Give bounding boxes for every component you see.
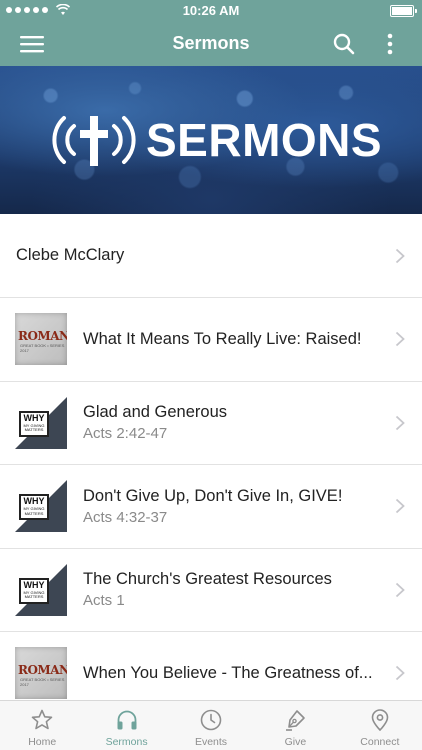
tab-events[interactable]: Events — [169, 701, 253, 750]
list-item-title: Don't Give Up, Don't Give In, GIVE! — [83, 486, 343, 505]
romans-series-thumbnail: ROMANS GREAT BOOK • SERIES 2017 — [15, 647, 67, 700]
battery-icon — [390, 5, 417, 17]
tab-label: Home — [28, 736, 57, 748]
list-item-title: Glad and Generous — [83, 403, 228, 422]
list-item-title: Clebe McClary — [16, 246, 125, 264]
list-item-subtitle: Acts 2:42-47 — [83, 425, 168, 443]
romans-series-thumbnail: ROMANS GREAT BOOK • SERIES 2017 — [15, 313, 67, 366]
list-item-subtitle: Acts 1 — [83, 592, 125, 610]
list-item-title: The Church's Greatest Resources — [83, 570, 332, 589]
list-item-title: What It Means To Really Live: Raised! — [83, 329, 362, 348]
chevron-right-icon — [395, 582, 405, 597]
chevron-right-icon — [395, 415, 405, 430]
why-giving-matters-thumbnail: WHY MY GIVING MATTERS — [15, 480, 67, 533]
tab-label: Give — [284, 736, 307, 748]
tab-label: Sermons — [105, 736, 148, 748]
list-item[interactable]: ROMANS GREAT BOOK • SERIES 2017 What It … — [0, 298, 422, 382]
search-button[interactable] — [328, 28, 360, 60]
list-item-speaker[interactable]: Clebe McClary — [0, 214, 422, 298]
list-item-title: When You Believe - The Greatness of... — [83, 663, 373, 682]
more-options-button[interactable] — [374, 28, 406, 60]
tab-give[interactable]: Give — [253, 701, 337, 750]
chevron-right-icon — [395, 332, 405, 347]
sermons-banner: SERMONS — [0, 66, 422, 214]
tab-sermons[interactable]: Sermons — [84, 701, 168, 750]
nav-bar: Sermons — [0, 22, 422, 66]
chevron-right-icon — [395, 248, 405, 263]
list-item[interactable]: WHY MY GIVING MATTERS Don't Give Up, Don'… — [0, 465, 422, 549]
sermon-list: Clebe McClary ROMANS GREAT BOOK • SERIES… — [0, 214, 422, 716]
list-item[interactable]: WHY MY GIVING MATTERS The Church's Greate… — [0, 548, 422, 632]
chevron-right-icon — [395, 499, 405, 514]
tab-label: Connect — [360, 736, 400, 748]
clock-icon — [200, 709, 222, 731]
pen-icon — [286, 710, 306, 731]
tab-label: Events — [194, 736, 228, 748]
more-vertical-icon — [387, 33, 393, 55]
why-giving-matters-thumbnail: WHY MY GIVING MATTERS — [15, 396, 67, 449]
list-item[interactable]: WHY MY GIVING MATTERS Glad and Generous A… — [0, 381, 422, 465]
headphones-icon — [117, 710, 137, 730]
status-bar: 10:26 AM — [0, 0, 422, 22]
status-time: 10:26 AM — [182, 3, 240, 18]
search-icon — [333, 33, 355, 55]
sermons-logo: SERMONS — [48, 110, 382, 170]
tab-bar: Home Sermons Events Give Connect — [0, 700, 422, 750]
banner-title: SERMONS — [146, 114, 383, 166]
why-giving-matters-thumbnail: WHY MY GIVING MATTERS — [15, 563, 67, 616]
tab-home[interactable]: Home — [0, 701, 84, 750]
broadcast-cross-icon — [52, 116, 136, 166]
star-icon — [31, 709, 53, 730]
chevron-right-icon — [395, 666, 405, 681]
list-item-subtitle: Acts 4:32-37 — [83, 508, 168, 526]
map-pin-icon — [371, 709, 389, 732]
tab-connect[interactable]: Connect — [338, 701, 422, 750]
